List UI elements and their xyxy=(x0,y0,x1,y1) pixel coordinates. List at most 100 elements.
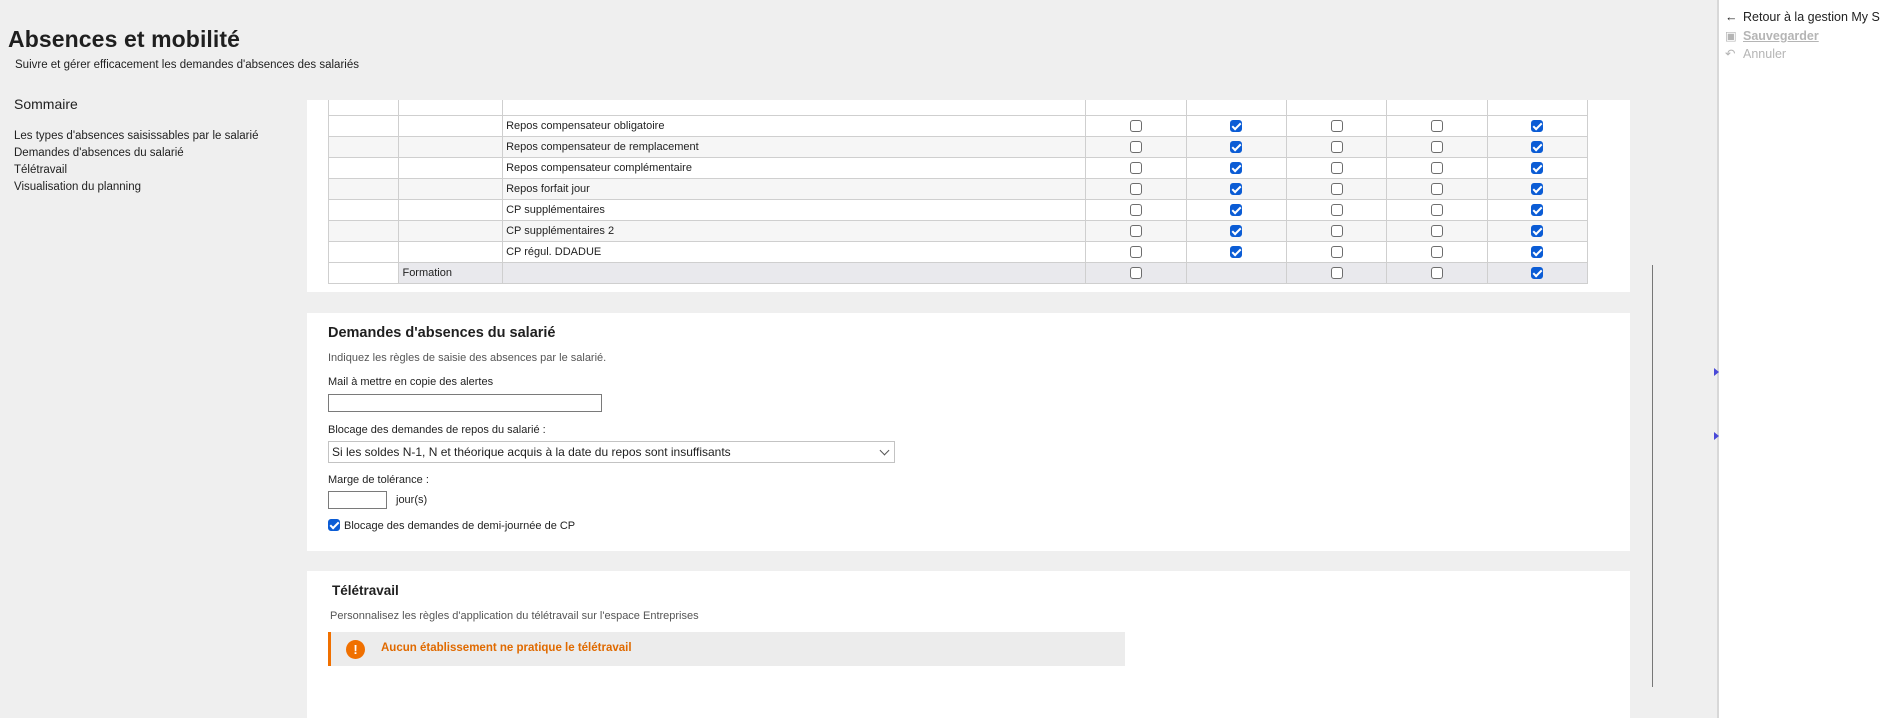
sommaire-item-teletravail[interactable]: Télétravail xyxy=(14,164,284,176)
table-checkbox[interactable] xyxy=(1230,141,1243,154)
table-row-formation: Formation xyxy=(327,262,1589,284)
table-checkbox-cell xyxy=(1386,115,1488,137)
table-checkbox[interactable] xyxy=(1330,141,1343,154)
sommaire-item-types-absences[interactable]: Les types d'absences saisissables par le… xyxy=(14,130,284,142)
warning-icon: ! xyxy=(346,640,365,659)
table-checkbox[interactable] xyxy=(1330,246,1343,259)
arrow-left-icon: ← xyxy=(1725,10,1738,24)
table-checkbox[interactable] xyxy=(1129,225,1142,238)
table-checkbox[interactable] xyxy=(1430,162,1443,175)
table-checkbox[interactable] xyxy=(1531,246,1544,259)
table-cell xyxy=(327,136,400,158)
page-header: Absences et mobilité Suivre et gérer eff… xyxy=(8,26,359,71)
blocage-select[interactable]: Si les soldes N-1, N et théorique acquis… xyxy=(328,441,895,463)
table-checkbox[interactable] xyxy=(1330,204,1343,217)
table-checkbox[interactable] xyxy=(1430,267,1443,280)
panel-toggle-icon[interactable] xyxy=(1714,432,1719,440)
table-checkbox[interactable] xyxy=(1531,141,1544,154)
table-checkbox-cell xyxy=(1185,157,1287,179)
absence-type-label: CP régul. DDADUE xyxy=(502,241,1087,263)
table-checkbox[interactable] xyxy=(1330,183,1343,196)
table-cell xyxy=(327,241,400,263)
table-checkbox[interactable] xyxy=(1531,120,1544,133)
table-checkbox[interactable] xyxy=(1129,267,1142,280)
table-checkbox[interactable] xyxy=(1430,141,1443,154)
table-checkbox-cell xyxy=(1185,178,1287,200)
table-checkbox[interactable] xyxy=(1531,267,1544,280)
table-cell xyxy=(398,136,504,158)
table-checkbox[interactable] xyxy=(1330,225,1343,238)
table-checkbox-cell xyxy=(1285,262,1388,284)
table-checkbox[interactable] xyxy=(1430,204,1443,217)
table-checkbox[interactable] xyxy=(1430,120,1443,133)
cancel-button[interactable]: ↶ Annuler xyxy=(1725,46,1786,61)
teletravail-alert: ! Aucun établissement ne pratique le tél… xyxy=(328,632,1125,666)
page-subtitle: Suivre et gérer efficacement les demande… xyxy=(15,59,359,71)
absence-type-label: Repos compensateur complémentaire xyxy=(502,157,1087,179)
table-cell xyxy=(327,115,400,137)
table-checkbox-cell xyxy=(1085,199,1187,221)
table-checkbox[interactable] xyxy=(1430,225,1443,238)
absence-types-table: Repos compensateur obligatoire Repos comp… xyxy=(327,100,1589,284)
table-checkbox[interactable] xyxy=(1129,246,1142,259)
table-cell xyxy=(398,178,504,200)
save-icon: ▣ xyxy=(1725,29,1737,43)
save-button[interactable]: ▣ Sauvegarder xyxy=(1725,28,1819,43)
table-row: CP régul. DDADUE xyxy=(327,241,1589,263)
table-checkbox[interactable] xyxy=(1230,183,1243,196)
absence-type-label: Repos compensateur obligatoire xyxy=(502,115,1087,137)
marge-input[interactable] xyxy=(328,491,387,509)
formation-label: Formation xyxy=(398,262,504,284)
table-checkbox[interactable] xyxy=(1330,120,1343,133)
main-scrollbar[interactable] xyxy=(1652,265,1653,687)
table-checkbox-cell xyxy=(1386,199,1488,221)
table-checkbox[interactable] xyxy=(1531,183,1544,196)
table-checkbox-cell xyxy=(1285,136,1388,158)
table-checkbox[interactable] xyxy=(1430,183,1443,196)
panel-toggle-icon[interactable] xyxy=(1714,368,1719,376)
table-checkbox-cell xyxy=(1185,136,1287,158)
table-checkbox-cell xyxy=(1285,115,1388,137)
demi-journee-checkbox[interactable] xyxy=(328,519,340,531)
teletravail-card: Télétravail Personnalisez les règles d'a… xyxy=(307,571,1630,718)
table-checkbox-cell xyxy=(1486,220,1589,242)
table-checkbox[interactable] xyxy=(1230,162,1243,175)
sommaire-item-demandes-absences[interactable]: Demandes d'absences du salarié xyxy=(14,147,284,159)
table-checkbox[interactable] xyxy=(1230,204,1243,217)
table-cell xyxy=(327,157,400,179)
table-checkbox[interactable] xyxy=(1129,183,1142,196)
table-checkbox-cell xyxy=(1085,220,1187,242)
table-checkbox[interactable] xyxy=(1129,141,1142,154)
mail-copy-input[interactable] xyxy=(328,394,602,412)
actions-panel: ← Retour à la gestion My Sila ▣ Sauvegarde… xyxy=(1717,0,1880,718)
table-checkbox-cell xyxy=(1085,136,1187,158)
table-checkbox-cell xyxy=(1486,199,1589,221)
table-checkbox-cell xyxy=(1285,199,1388,221)
table-checkbox-cell xyxy=(1486,157,1589,179)
marge-unit: jour(s) xyxy=(396,494,428,506)
table-cell xyxy=(398,199,504,221)
table-checkbox-cell xyxy=(1486,262,1589,284)
table-checkbox[interactable] xyxy=(1129,120,1142,133)
table-checkbox[interactable] xyxy=(1430,246,1443,259)
types-absences-card: Repos compensateur obligatoire Repos comp… xyxy=(307,100,1630,292)
table-cell xyxy=(327,178,400,200)
table-checkbox-cell xyxy=(1085,157,1187,179)
table-checkbox[interactable] xyxy=(1531,162,1544,175)
table-checkbox[interactable] xyxy=(1330,162,1343,175)
table-checkbox[interactable] xyxy=(1230,225,1243,238)
table-checkbox[interactable] xyxy=(1330,267,1343,280)
sommaire-nav: Sommaire Les types d'absences saisissabl… xyxy=(14,96,284,198)
table-checkbox[interactable] xyxy=(1531,225,1544,238)
back-link[interactable]: ← Retour à la gestion My Sila xyxy=(1725,10,1880,24)
table-checkbox[interactable] xyxy=(1230,120,1243,133)
sommaire-item-planning[interactable]: Visualisation du planning xyxy=(14,181,284,193)
table-cell xyxy=(398,220,504,242)
table-checkbox[interactable] xyxy=(1230,246,1243,259)
table-cell xyxy=(327,199,400,221)
table-checkbox[interactable] xyxy=(1531,204,1544,217)
table-checkbox[interactable] xyxy=(1129,204,1142,217)
table-row-partial xyxy=(327,100,1589,116)
table-checkbox[interactable] xyxy=(1129,162,1142,175)
absence-type-label: Repos forfait jour xyxy=(502,178,1087,200)
